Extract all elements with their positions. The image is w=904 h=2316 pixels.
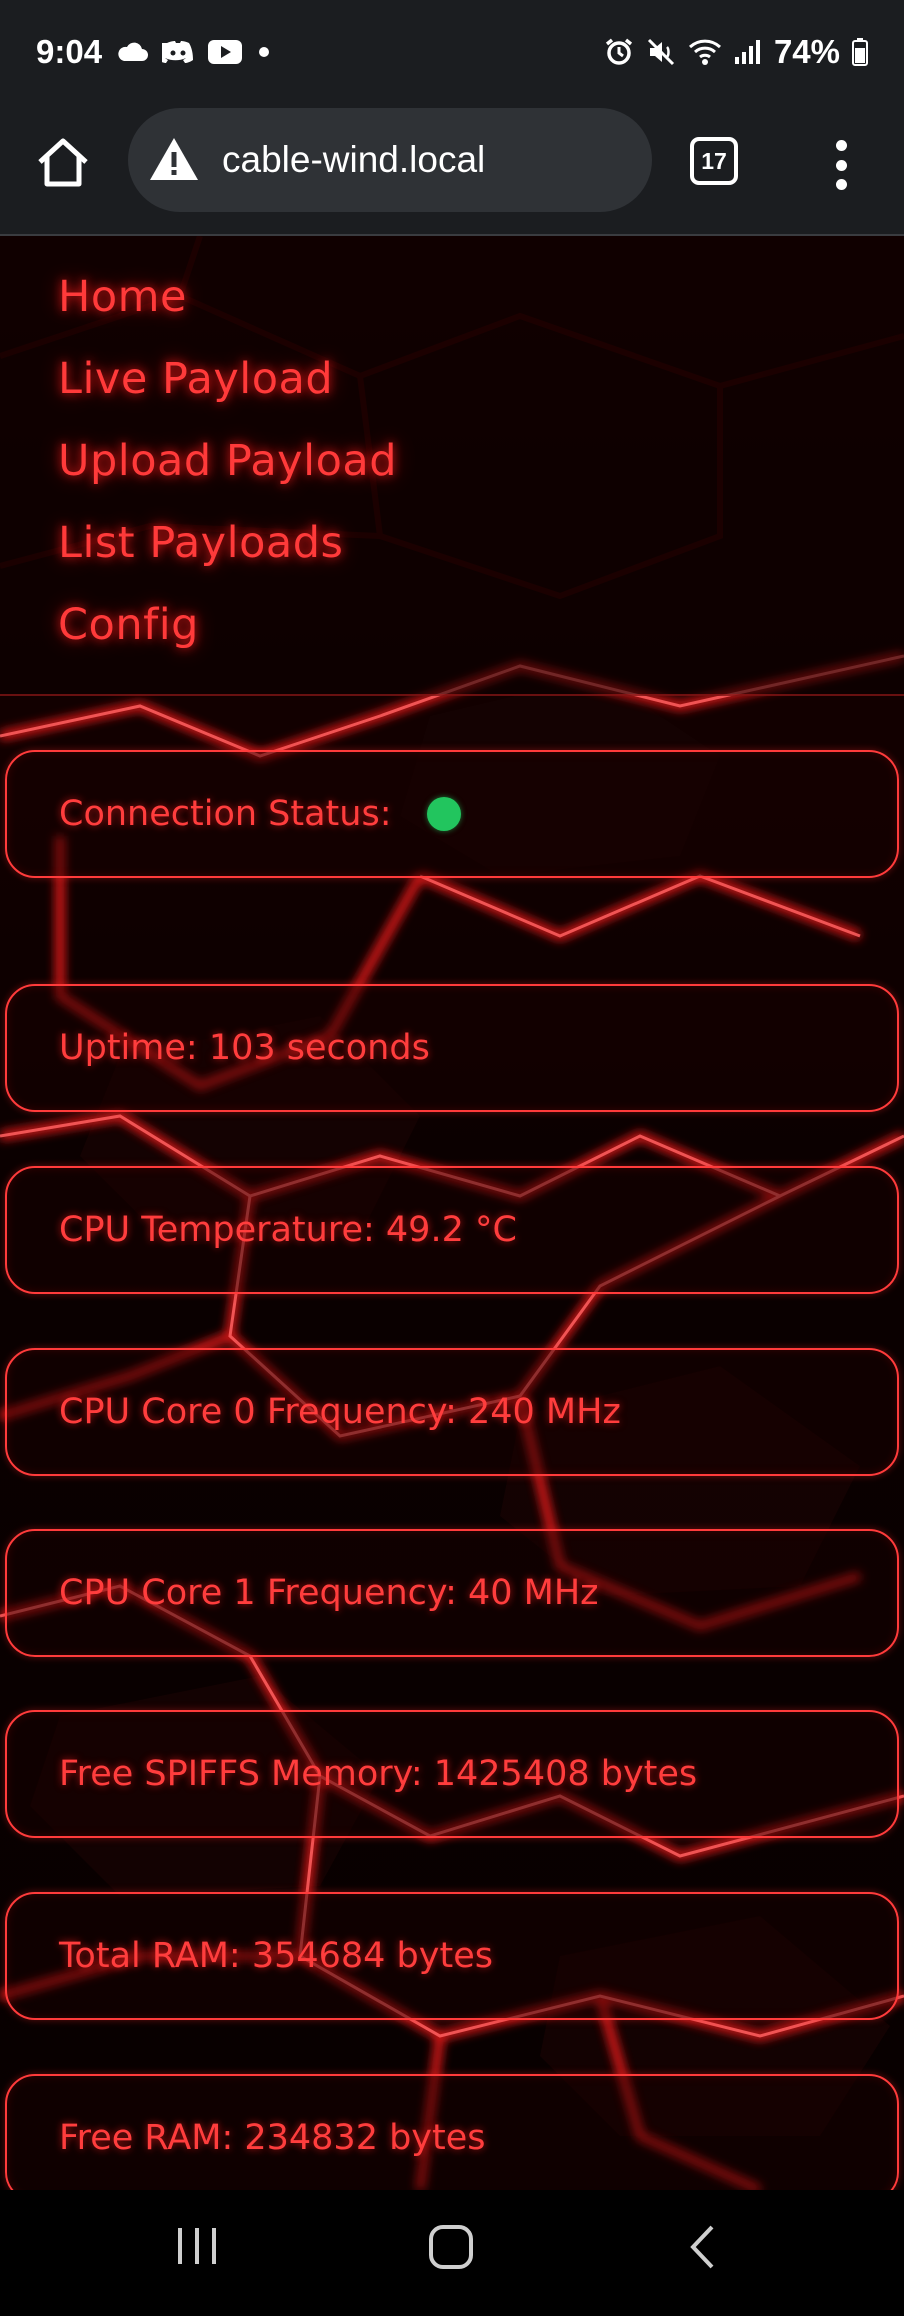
warning-icon[interactable] <box>148 134 200 186</box>
cpu-core0-frequency-card: CPU Core 0 Frequency: 240 MHz <box>5 1348 899 1476</box>
connection-status-card: Connection Status: <box>5 750 899 878</box>
uptime-text: Uptime: 103 seconds <box>59 1028 430 1068</box>
uptime-card: Uptime: 103 seconds <box>5 984 899 1112</box>
nav-upload-payload-link[interactable]: Upload Payload <box>58 436 397 486</box>
nav-list-payloads-link[interactable]: List Payloads <box>58 518 343 568</box>
address-bar[interactable]: cable-wind.local <box>128 108 652 212</box>
system-navigation-bar <box>0 2190 904 2316</box>
browser-toolbar: cable-wind.local 17 <box>0 104 904 236</box>
free-spiffs-memory-card: Free SPIFFS Memory: 1425408 bytes <box>5 1710 899 1838</box>
nav-config-link[interactable]: Config <box>58 600 199 650</box>
cpu-temperature-text: CPU Temperature: 49.2 °C <box>59 1210 517 1250</box>
tabs-button[interactable]: 17 <box>690 137 738 185</box>
status-bar: 9:04 74% <box>0 0 904 104</box>
recent-apps-icon[interactable] <box>175 2224 219 2272</box>
connection-status-indicator <box>427 797 462 831</box>
site-nav: Home Live Payload Upload Payload List Pa… <box>0 236 904 696</box>
free-ram-text: Free RAM: 234832 bytes <box>59 2118 486 2158</box>
connection-status-label: Connection Status: <box>59 794 392 834</box>
cpu-core1-frequency-card: CPU Core 1 Frequency: 40 MHz <box>5 1529 899 1657</box>
url-text[interactable]: cable-wind.local <box>222 139 485 181</box>
battery-icon <box>852 38 868 66</box>
nav-home-link[interactable]: Home <box>58 272 187 322</box>
alarm-icon <box>604 37 634 67</box>
nav-live-payload-link[interactable]: Live Payload <box>58 354 333 404</box>
home-nav-icon[interactable] <box>428 2224 474 2274</box>
wifi-icon <box>688 38 722 66</box>
cpu-core1-frequency-text: CPU Core 1 Frequency: 40 MHz <box>59 1573 599 1613</box>
clock: 9:04 <box>36 33 103 70</box>
free-ram-card: Free RAM: 234832 bytes <box>5 2074 899 2190</box>
youtube-icon <box>208 40 243 64</box>
signal-icon <box>734 39 762 65</box>
cpu-temperature-card: CPU Temperature: 49.2 °C <box>5 1166 899 1294</box>
back-icon[interactable] <box>688 2224 716 2274</box>
mute-icon <box>646 37 676 67</box>
home-icon[interactable] <box>34 134 92 192</box>
free-spiffs-memory-text: Free SPIFFS Memory: 1425408 bytes <box>59 1754 698 1794</box>
web-page: Home Live Payload Upload Payload List Pa… <box>0 236 904 2190</box>
total-ram-card: Total RAM: 354684 bytes <box>5 1892 899 2020</box>
discord-icon <box>162 40 194 64</box>
cloud-icon <box>116 41 149 63</box>
overflow-menu-icon[interactable] <box>832 140 850 190</box>
cpu-core0-frequency-text: CPU Core 0 Frequency: 240 MHz <box>59 1392 621 1432</box>
total-ram-text: Total RAM: 354684 bytes <box>59 1936 493 1976</box>
battery-percent: 74% <box>773 33 840 70</box>
dot-icon <box>256 44 272 60</box>
